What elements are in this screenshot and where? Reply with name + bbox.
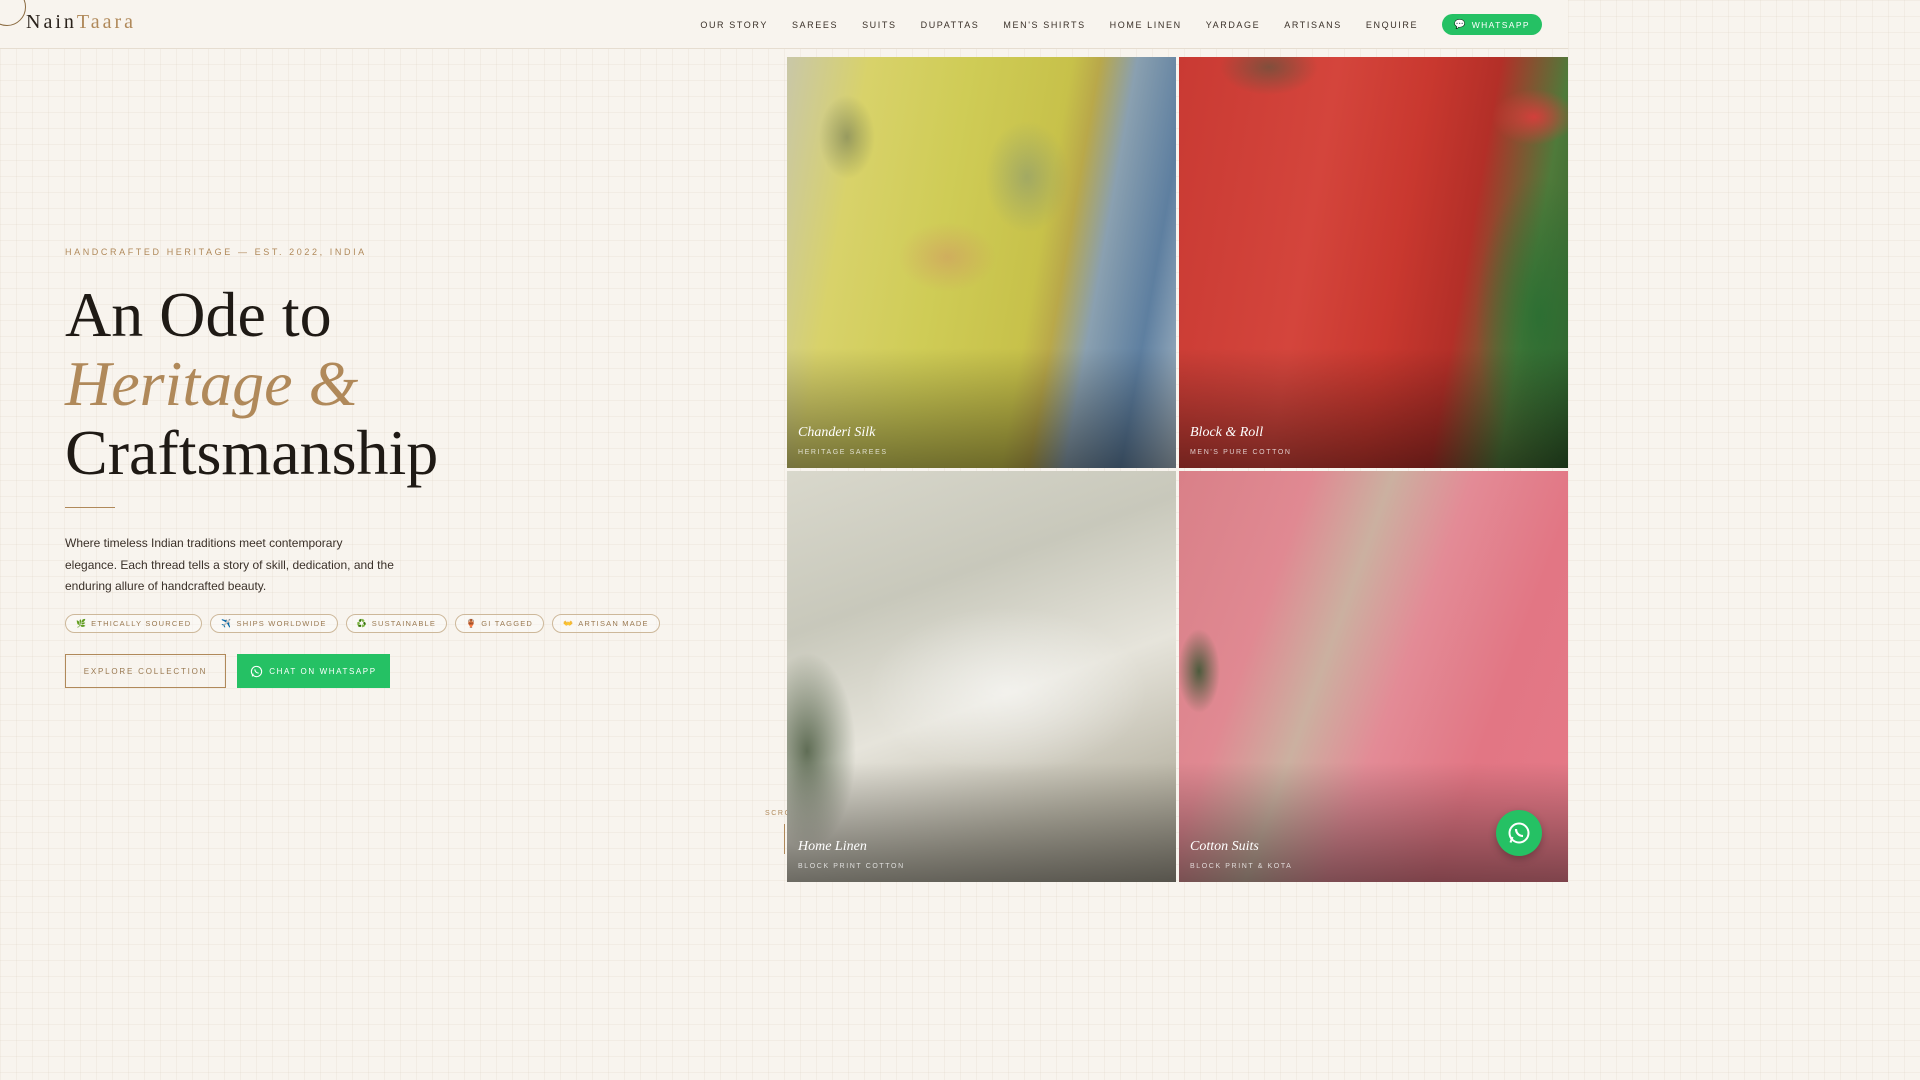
collection-grid: Chanderi Silk HERITAGE SAREES Block & Ro… xyxy=(787,57,1568,882)
tile-subtitle: HERITAGE SAREES xyxy=(798,449,888,456)
headline-line1: An Ode to xyxy=(65,279,332,350)
chip-ethically-sourced: 🌿 ETHICALLY SOURCED xyxy=(65,614,203,633)
recycle-icon: ♻️ xyxy=(356,619,368,628)
nav-home-linen[interactable]: HOME LINEN xyxy=(1110,20,1182,30)
tile-title: Home Linen xyxy=(798,839,867,854)
tile-subtitle: BLOCK PRINT & KOTA xyxy=(1190,863,1293,870)
nav-dupattas[interactable]: DUPATTAS xyxy=(921,20,980,30)
chip-artisan-made: 👐 ARTISAN MADE xyxy=(552,614,660,633)
nav-whatsapp-button[interactable]: 💬 WHATSAPP xyxy=(1442,14,1542,35)
collection-tile-block-and-roll[interactable]: Block & Roll MEN'S PURE COTTON xyxy=(1179,57,1568,468)
chip-label: GI TAGGED xyxy=(481,619,534,628)
chat-whatsapp-button[interactable]: CHAT ON WHATSAPP xyxy=(237,654,390,688)
chat-whatsapp-label: CHAT ON WHATSAPP xyxy=(269,666,377,676)
tile-title: Cotton Suits xyxy=(1190,839,1259,854)
chip-sustainable: ♻️ SUSTAINABLE xyxy=(345,614,448,633)
nav-yardage[interactable]: YARDAGE xyxy=(1206,20,1261,30)
divider-rule xyxy=(65,507,115,508)
chip-label: SUSTAINABLE xyxy=(371,619,437,628)
chip-ships-worldwide: ✈️ SHIPS WORLDWIDE xyxy=(210,614,338,633)
leaf-icon: 🌿 xyxy=(76,619,88,628)
brand-name-part2: Taara xyxy=(76,11,137,33)
tile-subtitle: MEN'S PURE COTTON xyxy=(1190,449,1292,456)
brand-name-part1: Nain xyxy=(26,11,77,33)
chip-label: ETHICALLY SOURCED xyxy=(91,619,192,628)
headline-line3: Craftsmanship xyxy=(65,417,439,488)
nav-enquire[interactable]: ENQUIRE xyxy=(1366,20,1418,30)
whatsapp-icon xyxy=(1508,822,1530,844)
site-header: NainTaara OUR STORY SAREES SUITS DUPATTA… xyxy=(0,0,1568,49)
vase-icon: 🏺 xyxy=(466,619,478,628)
collection-tile-chanderi-silk[interactable]: Chanderi Silk HERITAGE SAREES xyxy=(787,57,1176,468)
hero-description: Where timeless Indian traditions meet co… xyxy=(65,536,394,593)
nav-suits[interactable]: SUITS xyxy=(862,20,897,30)
tile-title: Block & Roll xyxy=(1190,425,1264,440)
logo-ring-icon xyxy=(0,0,26,26)
brand-logo[interactable]: NainTaara xyxy=(26,11,136,34)
hero-eyebrow: HANDCRAFTED HERITAGE — EST. 2022, INDIA xyxy=(65,247,367,257)
chip-label: ARTISAN MADE xyxy=(578,619,649,628)
collection-tile-home-linen[interactable]: Home Linen BLOCK PRINT COTTON xyxy=(787,471,1176,882)
whatsapp-icon xyxy=(251,665,263,677)
hero-headline: An Ode to Heritage & Craftsmanship xyxy=(65,280,438,487)
tile-title: Chanderi Silk xyxy=(798,425,876,440)
headline-line2: Heritage & xyxy=(65,348,359,419)
nav-whatsapp-label: WHATSAPP xyxy=(1471,19,1530,30)
floating-whatsapp-button[interactable] xyxy=(1496,810,1542,856)
nav-sarees[interactable]: SAREES xyxy=(792,20,838,30)
nav-our-story[interactable]: OUR STORY xyxy=(700,20,768,30)
explore-collection-button[interactable]: EXPLORE COLLECTION xyxy=(65,654,226,688)
chip-label: SHIPS WORLDWIDE xyxy=(236,619,327,628)
scroll-indicator-line xyxy=(784,824,785,854)
airplane-icon: ✈️ xyxy=(221,619,233,628)
nav-artisans[interactable]: ARTISANS xyxy=(1284,20,1342,30)
main-nav: OUR STORY SAREES SUITS DUPATTAS MEN'S SH… xyxy=(676,0,1542,49)
chip-gi-tagged: 🏺 GI TAGGED xyxy=(455,614,545,633)
open-hands-icon: 👐 xyxy=(563,619,575,628)
tile-subtitle: BLOCK PRINT COTTON xyxy=(798,863,905,870)
nav-mens-shirts[interactable]: MEN'S SHIRTS xyxy=(1003,20,1085,30)
chat-bubble-icon: 💬 xyxy=(1454,19,1467,29)
feature-chips: 🌿 ETHICALLY SOURCED ✈️ SHIPS WORLDWIDE ♻… xyxy=(65,614,660,633)
